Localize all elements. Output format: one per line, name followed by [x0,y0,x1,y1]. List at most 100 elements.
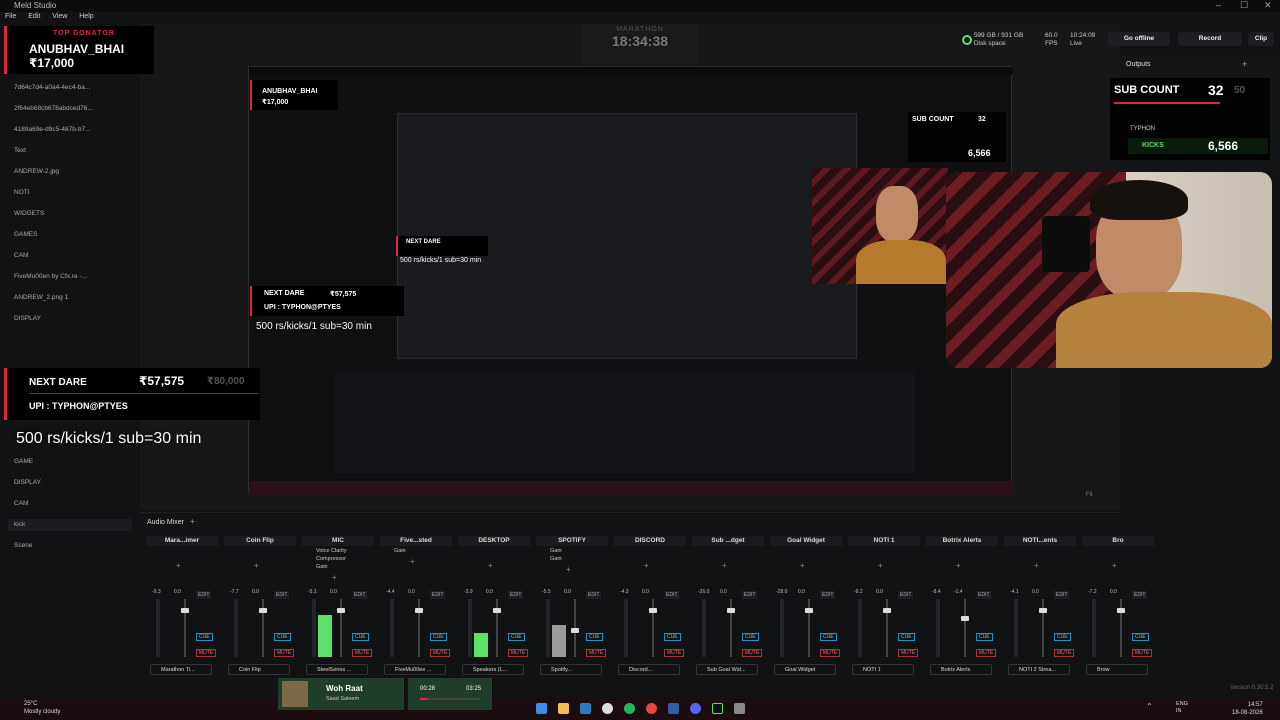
source-item[interactable]: 4189a69e-d9c5-487b-b7... [14,124,91,136]
channel-effect[interactable]: Compressor [310,555,370,563]
weather-widget[interactable]: 25°C Mostly cloudy [24,700,60,716]
channel-name[interactable]: SPOTIFY [536,536,608,546]
add-effect-button[interactable]: + [332,573,337,582]
channel-source[interactable]: Sub Goal Wid... [696,664,758,675]
edit-button[interactable]: EDIT [976,591,992,599]
channel-effect[interactable]: Gain [310,563,370,571]
windows-start-icon[interactable] [536,703,547,714]
go-offline-button[interactable]: Go offline [1108,32,1170,46]
fader-knob[interactable] [883,608,891,613]
close-button[interactable]: ✕ [1264,0,1272,11]
edit-button[interactable]: EDIT [508,591,524,599]
fader-knob[interactable] [337,608,345,613]
folder-games[interactable]: GAMES [14,229,37,241]
channel-name[interactable]: Mara...imer [146,536,218,546]
scene-cam[interactable]: CAM [14,498,28,510]
language-indicator[interactable]: ENG IN [1176,701,1188,715]
cue-button[interactable]: CUE [196,633,213,641]
cue-button[interactable]: CUE [1132,633,1149,641]
channel-name[interactable]: DESKTOP [458,536,530,546]
mute-button[interactable]: MUTE [1132,649,1153,657]
add-effect-button[interactable]: + [956,561,961,570]
edit-button[interactable]: EDIT [664,591,680,599]
edit-button[interactable]: EDIT [352,591,368,599]
fader-knob[interactable] [571,628,579,633]
mute-button[interactable]: MUTE [742,649,763,657]
source-item[interactable]: FiveMu00en by Cfx.re -... [14,271,87,283]
add-effect-button[interactable]: + [644,561,649,570]
cue-button[interactable]: CUE [352,633,369,641]
fader-knob[interactable] [727,608,735,613]
edit-button[interactable]: EDIT [1054,591,1070,599]
channel-name[interactable]: Bro [1082,536,1154,546]
scene-display[interactable]: DISPLAY [14,477,41,489]
mute-button[interactable]: MUTE [820,649,841,657]
channel-source[interactable]: Spotify... [540,664,602,675]
add-effect-button[interactable]: + [254,561,259,570]
menu-help[interactable]: Help [79,13,93,20]
cue-button[interactable]: CUE [664,633,681,641]
record-button[interactable]: Record [1178,32,1242,46]
steam-icon[interactable] [580,703,591,714]
channel-effect[interactable]: Voice Clarity [310,547,370,555]
mute-button[interactable]: MUTE [196,649,217,657]
edit-button[interactable]: EDIT [430,591,446,599]
source-item[interactable]: ANDREW-2.jpg [14,166,59,178]
fader-knob[interactable] [259,608,267,613]
kick-icon[interactable] [712,703,723,714]
edit-button[interactable]: EDIT [898,591,914,599]
source-cam[interactable]: CAM [14,250,28,262]
channel-source[interactable]: Speakers (L... [462,664,524,675]
fader-knob[interactable] [181,608,189,613]
mute-button[interactable]: MUTE [976,649,997,657]
source-display[interactable]: DISPLAY [14,313,41,325]
channel-effect[interactable]: Gain [544,555,604,563]
scene-kick[interactable]: kick [8,519,132,531]
channel-name[interactable]: Coin Flip [224,536,296,546]
cue-button[interactable]: CUE [820,633,837,641]
channel-source[interactable]: Brow [1086,664,1148,675]
chrome-icon[interactable] [646,703,657,714]
add-output-button[interactable]: + [1242,59,1247,69]
channel-effect[interactable]: Gain [388,547,448,555]
menu-file[interactable]: File [5,13,16,20]
channel-source[interactable]: Marathon Ti... [150,664,212,675]
channel-source[interactable]: Discord... [618,664,680,675]
tray-chevron-icon[interactable]: ⌃ [1146,702,1153,711]
add-effect-button[interactable]: + [1034,561,1039,570]
channel-name[interactable]: DISCORD [614,536,686,546]
add-effect-button[interactable]: + [800,561,805,570]
source-item[interactable]: 2f64eb68cb678abdced76... [14,103,93,115]
maximize-button[interactable]: ☐ [1240,0,1248,11]
discord-icon[interactable] [690,703,701,714]
fader-knob[interactable] [961,616,969,621]
add-effect-button[interactable]: + [488,561,493,570]
edit-button[interactable]: EDIT [1132,591,1148,599]
fit-dropdown[interactable]: Fit [1086,492,1093,498]
minimize-button[interactable]: – [1216,0,1221,10]
source-item[interactable]: 7d64c7d4-a0a4-4ec4-ba... [14,82,90,94]
channel-source[interactable]: NOTI 2 Strea... [1008,664,1070,675]
channel-name[interactable]: Botrix Alerts [926,536,998,546]
edit-button[interactable]: EDIT [274,591,290,599]
channel-source[interactable]: FiveMu00ee ... [384,664,446,675]
channel-name[interactable]: NOTI 1 [848,536,920,546]
scene-game[interactable]: GAME [14,456,33,468]
folder-noti[interactable]: NOTI [14,187,30,199]
add-effect-button[interactable]: + [566,565,571,574]
channel-source[interactable]: NOTI 1 [852,664,914,675]
mute-button[interactable]: MUTE [586,649,607,657]
file-explorer-icon[interactable] [558,703,569,714]
channel-source[interactable]: Botrix Alerts [930,664,992,675]
add-effect-button[interactable]: + [722,561,727,570]
cue-button[interactable]: CUE [274,633,291,641]
mute-button[interactable]: MUTE [352,649,373,657]
add-effect-button[interactable]: + [176,561,181,570]
folder-widgets[interactable]: WIDGETS [14,208,44,220]
volume-fader[interactable] [964,599,966,657]
mute-button[interactable]: MUTE [274,649,295,657]
cue-button[interactable]: CUE [742,633,759,641]
cue-button[interactable]: CUE [976,633,993,641]
edit-button[interactable]: EDIT [820,591,836,599]
cue-button[interactable]: CUE [1054,633,1071,641]
